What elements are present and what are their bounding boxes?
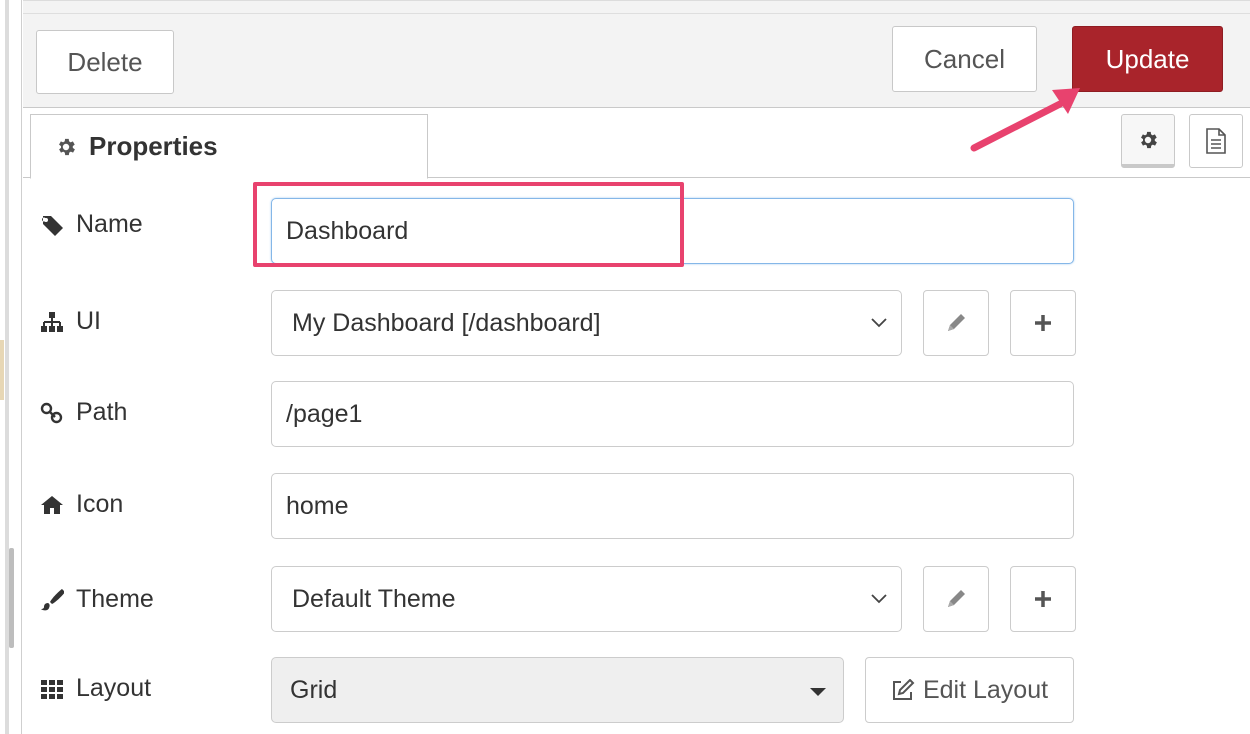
dialog-toolbar: Delete Cancel Update — [23, 0, 1250, 108]
edit-ui-button[interactable] — [923, 290, 989, 356]
toolbar-divider — [23, 13, 1250, 14]
edit-layout-label: Edit Layout — [922, 675, 1049, 704]
edit-theme-button[interactable] — [923, 566, 989, 632]
path-input[interactable] — [286, 399, 1073, 429]
dialog-tabs: Properties — [23, 108, 1250, 179]
tag-icon — [41, 215, 63, 236]
icon-field[interactable] — [271, 473, 1074, 539]
caret-down-icon — [810, 688, 826, 696]
workspace-edge — [0, 0, 22, 734]
icon-input[interactable] — [286, 491, 1073, 521]
path-field[interactable] — [271, 381, 1074, 447]
home-icon — [41, 495, 63, 514]
tab-properties[interactable]: Properties — [30, 114, 428, 179]
icon-label: Icon — [40, 490, 123, 519]
cancel-button[interactable]: Cancel — [892, 26, 1037, 92]
name-input[interactable] — [286, 216, 1073, 246]
ui-select-value: My Dashboard [/dashboard] — [292, 308, 601, 337]
add-ui-button[interactable] — [1010, 290, 1076, 356]
chevron-down-icon — [871, 594, 887, 604]
delete-button[interactable]: Delete — [36, 30, 174, 94]
link-icon — [40, 402, 63, 423]
theme-select[interactable]: Default Theme — [271, 566, 902, 632]
edit-icon — [892, 679, 915, 700]
node-edit-dialog: Delete Cancel Update Properties Name Das… — [0, 0, 1250, 734]
theme-label-text: Theme — [76, 585, 154, 613]
pencil-icon — [948, 314, 965, 331]
plus-icon — [1035, 591, 1051, 607]
sitemap-icon — [41, 311, 63, 332]
tab-settings[interactable] — [1121, 114, 1175, 168]
chevron-down-icon — [871, 318, 887, 328]
ui-label: UI — [40, 307, 101, 336]
edit-layout-button[interactable]: Edit Layout — [865, 657, 1074, 723]
path-label-text: Path — [76, 398, 128, 426]
gear-icon — [59, 138, 75, 155]
path-label: Path — [40, 398, 127, 427]
layout-label-text: Layout — [76, 674, 152, 702]
gear-icon — [1141, 131, 1157, 148]
update-button[interactable]: Update — [1072, 26, 1223, 92]
pencil-icon — [948, 590, 965, 607]
tab-description[interactable] — [1189, 114, 1243, 168]
edge-marker — [0, 340, 4, 400]
name-field[interactable] — [271, 198, 1074, 264]
layout-label: Layout — [40, 674, 151, 703]
document-icon — [1206, 128, 1226, 154]
ui-label-text: UI — [76, 307, 101, 335]
layout-select[interactable]: Grid — [271, 657, 844, 723]
theme-label: Theme — [40, 585, 154, 614]
icon-label-text: Icon — [76, 490, 124, 518]
layout-select-value: Grid — [290, 675, 338, 704]
paintbrush-icon — [41, 588, 64, 610]
resize-handle[interactable] — [9, 548, 14, 648]
name-label-text: Name — [76, 210, 143, 238]
tab-properties-label: Properties — [89, 131, 218, 161]
ui-select[interactable]: My Dashboard [/dashboard] — [271, 290, 902, 356]
name-label: Name — [40, 210, 143, 239]
add-theme-button[interactable] — [1010, 566, 1076, 632]
grid-icon — [41, 679, 63, 699]
theme-select-value: Default Theme — [292, 584, 456, 613]
plus-icon — [1035, 315, 1051, 331]
